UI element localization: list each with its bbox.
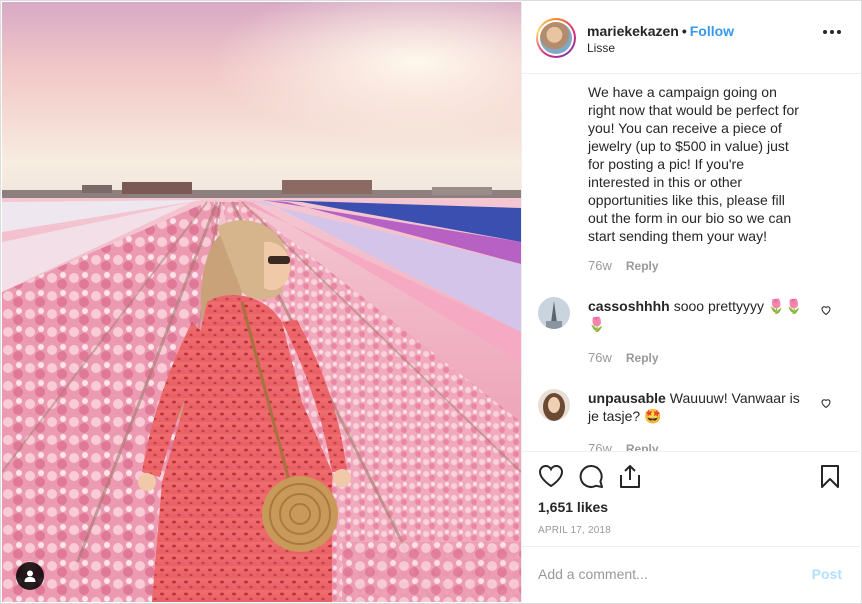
add-comment-bar: Post [522,546,862,602]
post-side-panel: mariekekazen • Follow Lisse We have a camp… [521,2,862,603]
tagged-users-button[interactable] [16,562,44,590]
comment-like-heart-icon[interactable] [820,304,832,316]
person-icon [24,570,36,582]
avatar-eiffel-image [538,297,570,329]
separator-dot: • [681,23,687,39]
comment-reply-button[interactable]: Reply [626,351,659,365]
post-actions: 1,651 likes APRIL 17, 2018 [522,451,862,546]
like-heart-icon[interactable] [538,464,564,488]
post-photo[interactable] [2,2,521,602]
share-icon[interactable] [618,464,642,489]
commenter-avatar[interactable] [538,297,570,329]
likes-count[interactable]: 1,651 likes [538,499,608,515]
more-options-icon[interactable] [823,30,841,34]
add-comment-input[interactable] [538,564,788,584]
location-link[interactable]: Lisse [587,41,615,55]
caption-time[interactable]: 76w [588,258,612,273]
commenter-avatar[interactable] [538,389,570,421]
author-avatar[interactable] [536,18,576,58]
comment-username[interactable]: cassoshhhh [588,298,670,314]
post-date[interactable]: APRIL 17, 2018 [538,525,611,536]
comment-like-heart-icon[interactable] [820,397,832,409]
instagram-post: mariekekazen • Follow Lisse We have a camp… [0,0,862,604]
comment-bubble-icon[interactable] [578,464,604,489]
comment-time[interactable]: 76w [588,350,612,365]
caption-meta: 76w Reply [588,258,659,273]
post-header: mariekekazen • Follow Lisse [522,2,861,74]
comment-body: unpausable Wauuuw! Vanwaar is je tasje? 🤩 [588,389,803,425]
comment-meta: 76w Reply [588,441,659,451]
header-username-row: mariekekazen • Follow [587,23,734,39]
follow-button[interactable]: Follow [690,23,734,39]
tulip-field-image [2,2,521,602]
comment-meta: 76w Reply [588,350,659,365]
comment-reply-button[interactable]: Reply [626,442,659,451]
avatar-image [540,22,572,54]
comment-time[interactable]: 76w [588,441,612,451]
author-username[interactable]: mariekekazen [587,23,679,39]
comment-body: cassoshhhh sooo prettyyyy 🌷🌷🌷 [588,297,803,333]
caption-reply-button[interactable]: Reply [626,259,659,273]
post-comment-button[interactable]: Post [812,566,842,582]
caption-text: We have a campaign going on right now th… [588,84,799,244]
save-bookmark-icon[interactable] [820,464,840,489]
comment-username[interactable]: unpausable [588,390,666,406]
comments-list[interactable]: We have a campaign going on right now th… [522,75,862,451]
avatar-woman-image [538,389,570,421]
